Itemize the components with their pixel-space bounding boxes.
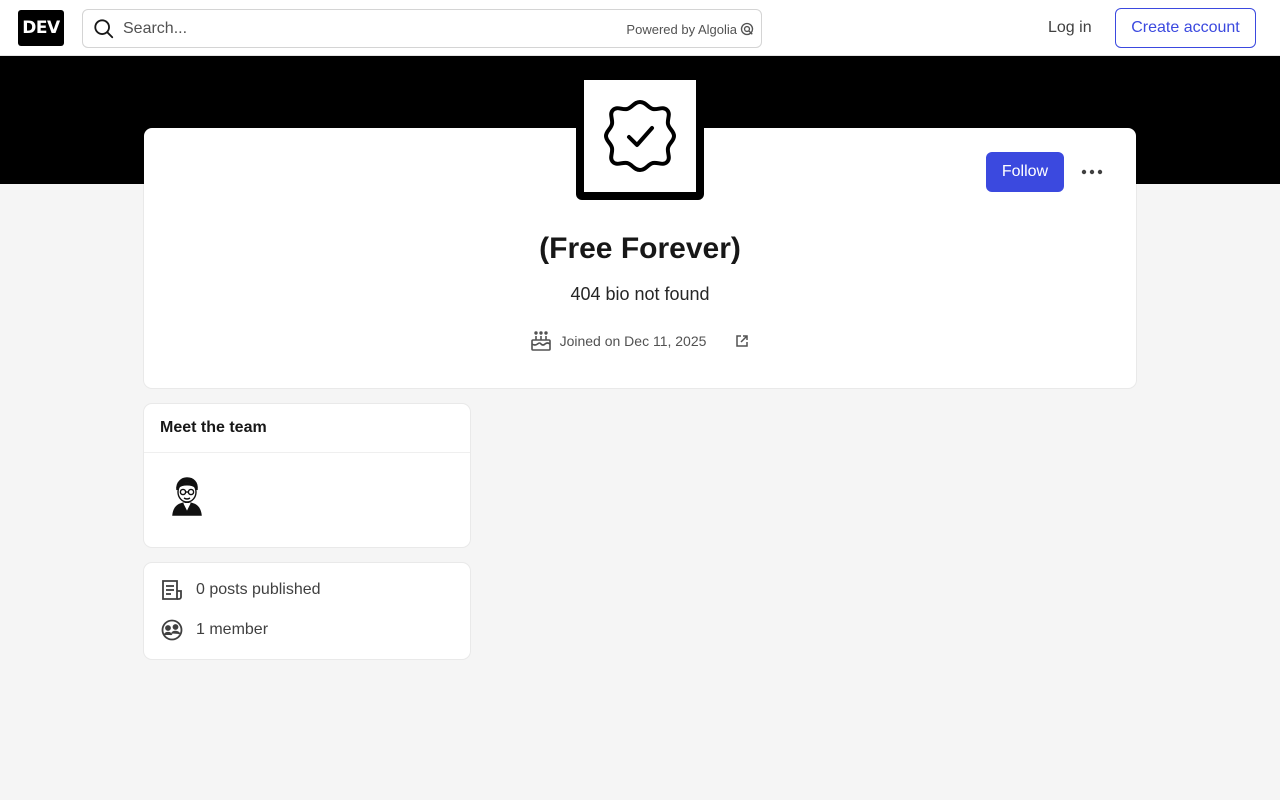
more-options-button[interactable] xyxy=(1074,152,1110,192)
people-icon xyxy=(161,619,183,641)
powered-by-label: Powered by Algolia xyxy=(626,22,737,37)
team-card-title: Meet the team xyxy=(160,419,267,436)
top-nav: DEV Powered by Algolia Log in Create acc… xyxy=(0,0,1280,56)
follow-button[interactable]: Follow xyxy=(986,152,1064,192)
search-icon xyxy=(94,19,114,39)
cake-icon xyxy=(530,331,551,351)
ellipsis-icon xyxy=(1081,169,1103,175)
divider xyxy=(144,452,470,453)
org-avatar xyxy=(576,72,704,200)
org-stats-card: 0 posts published 1 member xyxy=(144,563,470,659)
team-member-avatar[interactable] xyxy=(168,476,206,516)
org-name: (Free Forever) xyxy=(539,232,741,265)
search-box[interactable]: Powered by Algolia xyxy=(82,9,762,48)
document-icon xyxy=(162,580,182,600)
create-account-button[interactable]: Create account xyxy=(1115,8,1256,48)
external-link-icon[interactable] xyxy=(734,333,750,349)
posts-stat: 0 posts published xyxy=(160,578,321,602)
org-avatar-image xyxy=(584,80,696,192)
search-input[interactable] xyxy=(123,18,603,40)
verified-badge-icon xyxy=(604,100,676,172)
login-link[interactable]: Log in xyxy=(1034,8,1106,48)
posts-count: 0 posts published xyxy=(196,581,321,598)
profile-meta: Joined on Dec 11, 2025 xyxy=(144,330,1136,352)
members-count: 1 member xyxy=(196,621,269,638)
org-bio: 404 bio not found xyxy=(570,284,710,304)
algolia-icon[interactable] xyxy=(740,22,754,36)
meet-the-team-card: Meet the team xyxy=(144,404,470,547)
member-avatar-icon xyxy=(172,477,202,516)
joined-date: Joined on Dec 11, 2025 xyxy=(559,333,707,349)
dev-logo[interactable]: DEV xyxy=(18,10,64,46)
members-stat: 1 member xyxy=(160,618,268,642)
profile-header-card: Follow (Free Forever) 404 bio not found … xyxy=(144,72,1136,388)
